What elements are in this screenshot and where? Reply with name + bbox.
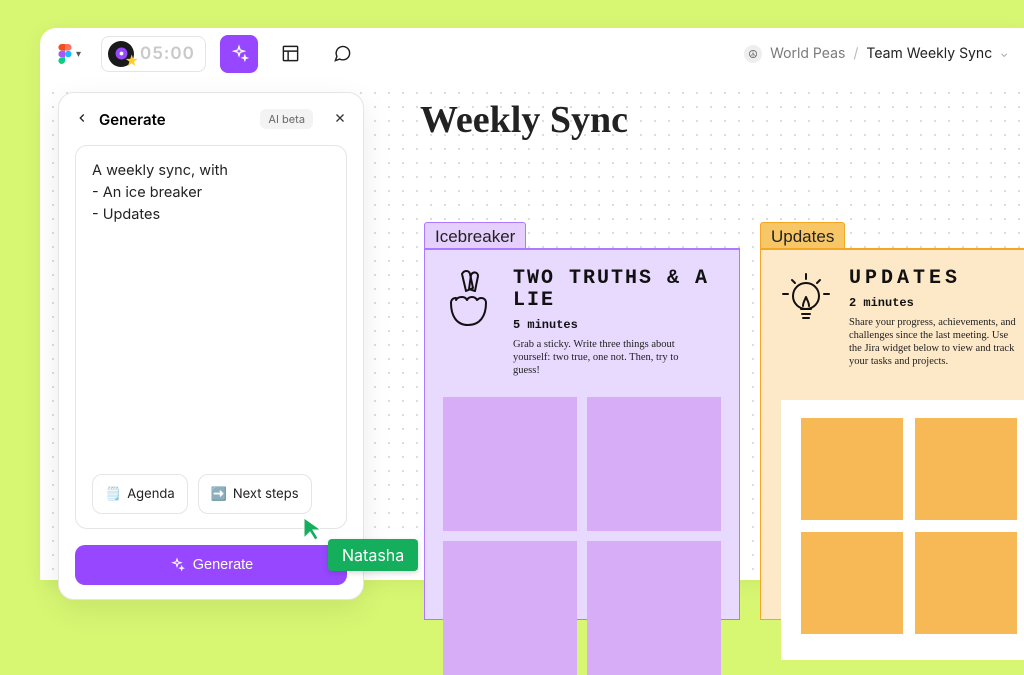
chevron-down-icon: ⌄ <box>1000 48 1008 60</box>
sticky-note[interactable] <box>587 397 721 531</box>
prompt-line: - An ice breaker <box>92 182 330 204</box>
updates-duration: 2 minutes <box>849 296 1019 310</box>
generate-header: Generate AI beta <box>75 109 347 129</box>
icebreaker-frame[interactable]: TWO TRUTHS & A LIE 5 minutes Grab a stic… <box>424 248 740 620</box>
icebreaker-description: Grab a sticky. Write three things about … <box>513 338 693 377</box>
close-button[interactable] <box>333 110 347 129</box>
prompt-textarea[interactable]: A weekly sync, with - An ice breaker - U… <box>75 145 347 529</box>
music-badge-icon <box>108 41 134 67</box>
sparkle-icon <box>169 557 185 573</box>
chip-next-steps[interactable]: ➡️ Next steps <box>198 474 312 514</box>
chip-agenda[interactable]: 🗒️ Agenda <box>92 474 188 514</box>
updates-heading: UPDATES <box>849 268 1019 290</box>
presence-name-tag: Natasha <box>328 539 418 571</box>
canvas[interactable]: Generate AI beta A weekly sync, with - A… <box>40 80 1024 580</box>
back-button[interactable] <box>75 110 89 129</box>
sticky-note[interactable] <box>443 397 577 531</box>
canvas-title[interactable]: Weekly Sync <box>420 98 628 142</box>
sticky-note[interactable] <box>801 532 903 634</box>
updates-description: Share your progress, achievements, and c… <box>849 316 1019 368</box>
prompt-line: A weekly sync, with <box>92 160 330 182</box>
updates-frame[interactable]: UPDATES 2 minutes Share your progress, a… <box>760 248 1024 620</box>
chevron-down-icon: ▾ <box>76 48 81 60</box>
prompt-line: - Updates <box>92 204 330 226</box>
icebreaker-duration: 5 minutes <box>513 318 721 332</box>
generate-panel: Generate AI beta A weekly sync, with - A… <box>58 92 364 600</box>
sticky-note[interactable] <box>587 541 721 675</box>
chip-label: Agenda <box>127 483 174 505</box>
layout-tool[interactable] <box>272 35 310 73</box>
updates-subframe[interactable] <box>781 400 1024 660</box>
panel-title: Generate <box>99 110 166 129</box>
ai-sparkle-tool[interactable] <box>220 35 258 73</box>
sticky-note[interactable] <box>915 418 1017 520</box>
suggestion-chips: 🗒️ Agenda ➡️ Next steps <box>92 474 330 514</box>
icebreaker-heading: TWO TRUTHS & A LIE <box>513 268 721 312</box>
generate-button[interactable]: Generate <box>75 545 347 585</box>
timer-pill[interactable]: 05:00 <box>101 36 206 72</box>
generate-button-label: Generate <box>193 557 253 573</box>
chip-label: Next steps <box>233 483 299 505</box>
sticky-note[interactable] <box>443 541 577 675</box>
breadcrumb-separator: / <box>853 45 858 62</box>
updates-stickies <box>801 418 1017 634</box>
figma-menu[interactable]: ▾ <box>52 40 87 68</box>
breadcrumb-workspace: World Peas <box>770 45 845 62</box>
notepad-icon: 🗒️ <box>105 483 121 505</box>
breadcrumb-page: Team Weekly Sync <box>866 45 992 62</box>
app-frame: ▾ 05:00 ☮ World Peas / <box>40 28 1024 580</box>
ai-beta-badge: AI beta <box>260 109 313 129</box>
lightbulb-icon <box>779 268 835 368</box>
figma-logo-icon <box>58 44 72 64</box>
arrow-right-icon: ➡️ <box>211 483 227 505</box>
comment-tool[interactable] <box>324 35 362 73</box>
peace-icon: ☮ <box>744 45 762 63</box>
icebreaker-stickies <box>443 397 721 675</box>
sticky-note[interactable] <box>915 532 1017 634</box>
crossed-fingers-icon <box>443 268 499 377</box>
breadcrumb[interactable]: ☮ World Peas / Team Weekly Sync ⌄ <box>744 45 1016 63</box>
top-toolbar: ▾ 05:00 ☮ World Peas / <box>40 28 1024 80</box>
timer-value: 05:00 <box>140 44 195 64</box>
sticky-note[interactable] <box>801 418 903 520</box>
